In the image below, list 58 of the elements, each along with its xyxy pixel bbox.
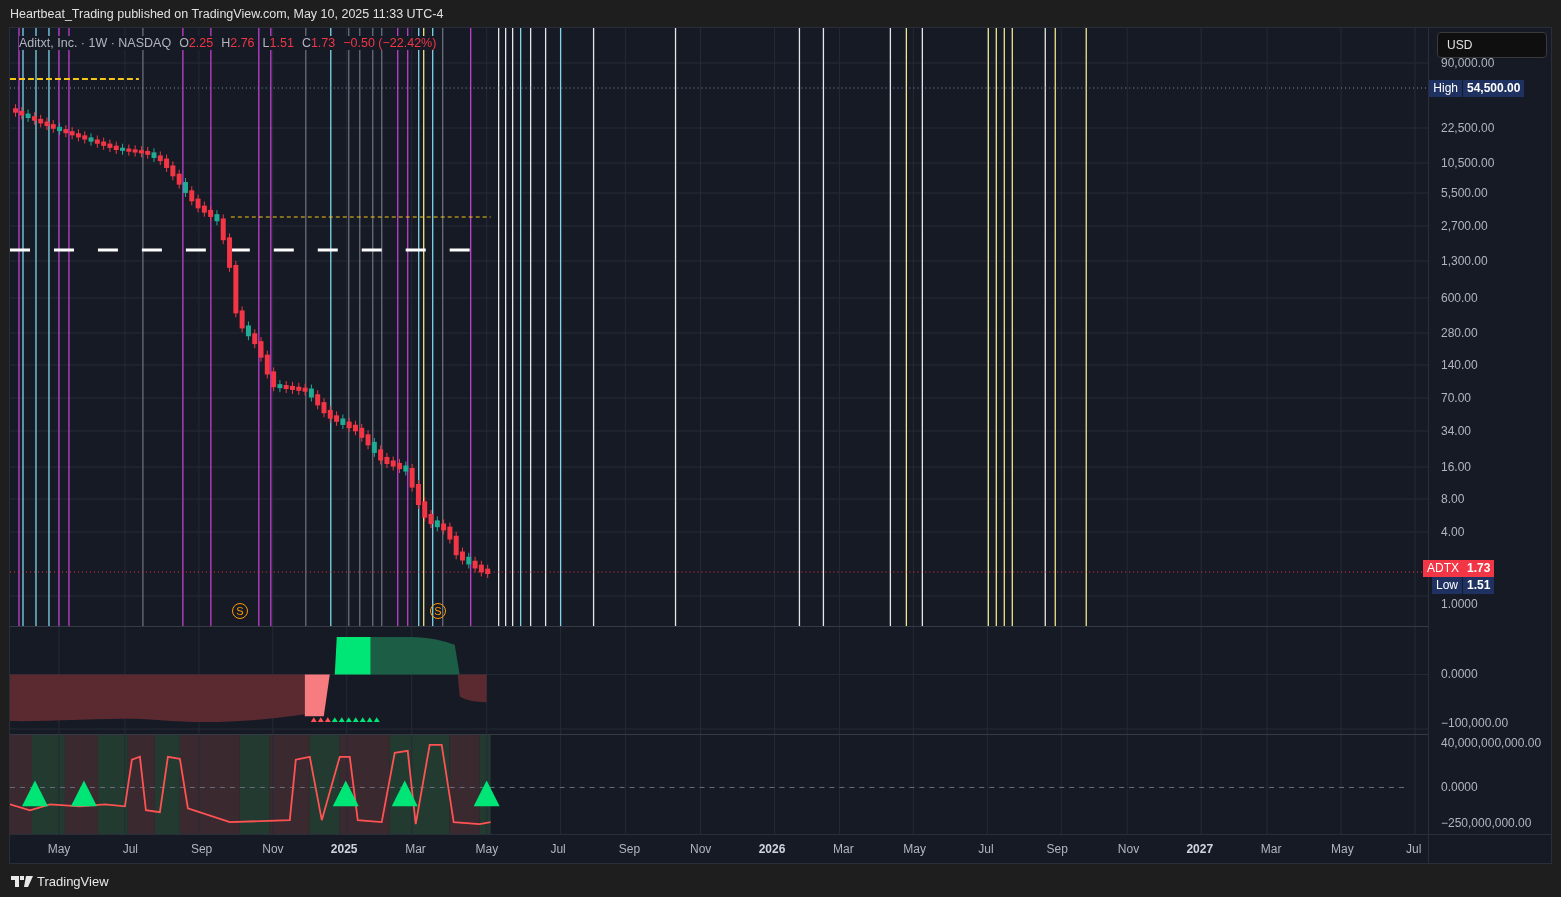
publisher-line: Heartbeat_Trading published on TradingView.com, May 10, 2025 11:33 UTC-4 xyxy=(10,6,444,21)
price-change: −0.50 (−22.42%) xyxy=(343,36,437,50)
currency-button[interactable]: USD xyxy=(1437,32,1547,58)
price-label: 16.00 xyxy=(1441,460,1472,474)
time-label: Mar xyxy=(405,842,426,856)
histogram-bar xyxy=(334,636,371,675)
time-label: Nov xyxy=(1117,842,1140,856)
time-label: 2027 xyxy=(1186,842,1214,856)
time-label: Sep xyxy=(618,842,641,856)
price-tag-value: 1.51 xyxy=(1463,577,1495,594)
time-label: Jul xyxy=(122,842,138,856)
indicator-label: 40,000,000,000.00 xyxy=(1441,736,1542,750)
price-tag-label: High xyxy=(1429,80,1462,97)
price-tag-label: Low xyxy=(1432,577,1462,594)
time-label: Jul xyxy=(978,842,994,856)
logo-icon xyxy=(11,875,33,887)
time-label: 2025 xyxy=(330,842,358,856)
indicator-label: −250,000,000.00 xyxy=(1441,816,1532,830)
time-label: May xyxy=(475,842,499,856)
indicator-label: 0.0000 xyxy=(1441,780,1478,794)
brand-name: TradingView xyxy=(37,873,109,889)
ohlc-value: H2.76 xyxy=(221,36,255,50)
time-label: Mar xyxy=(1260,842,1282,856)
price-label: 8.00 xyxy=(1441,492,1465,506)
price-label: 22,500.00 xyxy=(1441,121,1495,135)
price-tag-value: 1.73 xyxy=(1463,560,1495,577)
price-tag-value: 54,500.00 xyxy=(1463,80,1525,97)
chart-legend-symbol: Aditxt, Inc. · 1W · NASDAQ xyxy=(19,36,172,50)
signal-triangles-drawing xyxy=(310,717,380,723)
time-label: May xyxy=(47,842,71,856)
time-label: Nov xyxy=(262,842,284,856)
price-label: 2,700.00 xyxy=(1441,219,1488,233)
price-label: 280.00 xyxy=(1441,326,1478,340)
time-label: Nov xyxy=(690,842,712,856)
ohlc-value: L1.51 xyxy=(262,36,294,50)
time-label: May xyxy=(903,842,926,856)
indicator-label: 0.0000 xyxy=(1441,667,1478,681)
price-label: 1,300.00 xyxy=(1441,254,1488,268)
time-label: May xyxy=(1331,842,1354,856)
price-label: 34.00 xyxy=(1441,424,1472,438)
price-label: 600.00 xyxy=(1441,291,1478,305)
price-label: 5,500.00 xyxy=(1441,186,1488,200)
time-label: Mar xyxy=(832,842,854,856)
price-label: 90,000.00 xyxy=(1441,56,1495,70)
time-label: Jul xyxy=(550,842,566,856)
price-label: 70.00 xyxy=(1441,391,1472,405)
price-label: 1.0000 xyxy=(1441,597,1478,611)
time-label: Sep xyxy=(190,842,213,856)
indicator-label: −100,000.00 xyxy=(1441,716,1509,730)
price-label: 140.00 xyxy=(1441,358,1478,372)
price-label: 10,500.00 xyxy=(1441,156,1495,170)
ohlc-value: O2.25 xyxy=(179,36,214,50)
time-label: 2026 xyxy=(758,842,786,856)
time-label: Sep xyxy=(1046,842,1068,856)
ohlc-value: C1.73 xyxy=(301,36,336,50)
price-label: 4.00 xyxy=(1441,525,1465,539)
price-tag-label: ADTX xyxy=(1423,560,1463,577)
time-label: Jul xyxy=(1406,842,1422,856)
